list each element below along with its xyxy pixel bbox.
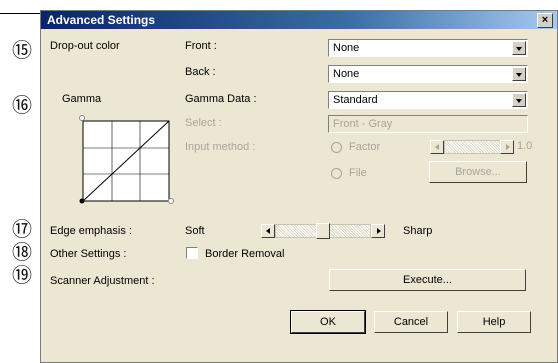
- callout-17: ⑰: [12, 217, 32, 241]
- back-value: None: [333, 68, 360, 80]
- edge-sharp-label: Sharp: [403, 225, 433, 237]
- title-bar: Advanced Settings ×: [41, 11, 557, 29]
- callout-18: ⑱: [12, 240, 32, 264]
- gamma-label: Gamma: [62, 93, 102, 105]
- border-removal-checkbox[interactable]: [186, 247, 198, 259]
- select-value: Front - Gray: [333, 118, 393, 130]
- help-button[interactable]: Help: [457, 311, 531, 333]
- edge-slider-thumb[interactable]: [316, 223, 330, 239]
- edge-soft-label: Soft: [185, 225, 205, 237]
- factor-value: 1.0: [517, 140, 533, 152]
- browse-button[interactable]: Browse...: [429, 161, 527, 183]
- front-dropdown[interactable]: None: [328, 39, 528, 57]
- gamma-curve-graph[interactable]: [77, 115, 177, 211]
- edge-increase-button[interactable]: [371, 224, 385, 238]
- select-label: Select :: [185, 117, 222, 129]
- chevron-down-icon[interactable]: [512, 41, 526, 55]
- border-removal-label: Border Removal: [205, 248, 285, 260]
- chevron-down-icon[interactable]: [512, 93, 526, 107]
- callout-16: ⑯: [12, 93, 32, 117]
- factor-label: Factor: [349, 141, 381, 153]
- factor-increase-button[interactable]: [500, 140, 514, 154]
- back-label: Back :: [185, 66, 216, 78]
- callout-15: ⑮: [12, 38, 32, 62]
- gamma-data-dropdown[interactable]: Standard: [328, 91, 528, 109]
- factor-slider-track[interactable]: [444, 140, 501, 154]
- gamma-data-value: Standard: [333, 94, 378, 106]
- close-icon[interactable]: ×: [537, 13, 553, 28]
- leader-line: [0, 13, 42, 14]
- file-radio[interactable]: [331, 168, 342, 179]
- gamma-data-label: Gamma Data :: [185, 93, 257, 105]
- cancel-button[interactable]: Cancel: [374, 311, 448, 333]
- dropout-color-label: Drop-out color: [50, 40, 120, 52]
- front-value: None: [333, 42, 360, 54]
- ok-button[interactable]: OK: [290, 310, 366, 334]
- factor-radio[interactable]: [331, 142, 342, 153]
- dialog-title: Advanced Settings: [47, 13, 156, 27]
- scanner-adjustment-label: Scanner Adjustment :: [50, 275, 155, 287]
- edge-emphasis-label: Edge emphasis :: [50, 225, 132, 237]
- execute-button[interactable]: Execute...: [329, 269, 526, 291]
- select-dropdown[interactable]: Front - Gray: [328, 115, 528, 133]
- back-dropdown[interactable]: None: [328, 65, 528, 83]
- callout-19: ⑲: [12, 263, 32, 287]
- input-method-label: Input method :: [185, 141, 256, 153]
- other-settings-label: Other Settings :: [50, 248, 127, 260]
- front-label: Front :: [185, 40, 217, 52]
- factor-decrease-button[interactable]: [430, 140, 444, 154]
- file-label: File: [349, 167, 367, 179]
- edge-decrease-button[interactable]: [261, 224, 275, 238]
- advanced-settings-dialog: Advanced Settings × Drop-out color Front…: [40, 10, 558, 363]
- chevron-down-icon[interactable]: [512, 67, 526, 81]
